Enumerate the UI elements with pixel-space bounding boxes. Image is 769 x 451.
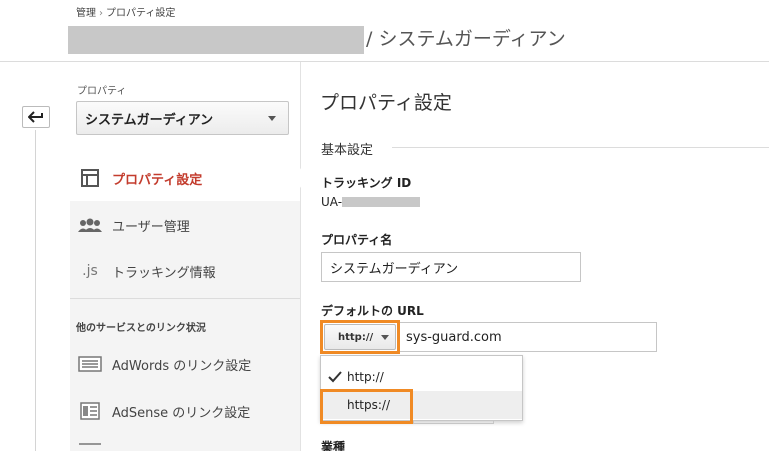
adwords-icon [78,356,102,372]
protocol-option-label: http:// [347,370,384,384]
chevron-down-icon [268,116,276,121]
industry-label: 業種 [321,440,346,451]
sidebar-item-label: AdWords のリンク設定 [112,358,252,374]
js-icon: .js [82,263,98,279]
sidebar-item-adwords-link[interactable]: AdWords のリンク設定 [70,341,300,387]
rail-line [35,130,36,451]
breadcrumb-separator: › [99,8,103,19]
sidebar-item-adsense-link[interactable]: AdSense のリンク設定 [70,388,300,434]
active-indicator [300,168,307,188]
breadcrumb-property-settings: プロパティ設定 [106,8,176,19]
check-icon [323,371,347,383]
adsense-icon [78,402,102,420]
breadcrumb: 管理 › プロパティ設定 [76,4,175,19]
account-name-redacted [68,26,364,54]
protocol-highlight-box [320,320,400,354]
default-url-input[interactable] [397,322,657,352]
back-button[interactable] [22,106,50,128]
tracking-id-prefix: UA- [321,195,343,209]
back-arrow-icon [28,111,43,123]
property-name-input[interactable] [321,252,581,282]
section-divider [392,147,769,148]
header-property-title: / システムガーディアン [366,28,566,50]
layout-icon [78,168,102,188]
sidebar-item-user-management[interactable]: ユーザー管理 [70,202,300,248]
section-basic-settings: 基本設定 [321,143,374,158]
tracking-id-redacted [342,197,420,207]
https-highlight-box [320,389,413,424]
breadcrumb-admin[interactable]: 管理 [76,8,96,19]
sidebar-item-label: プロパティ設定 [112,172,203,188]
links-section-title: 他のサービスとのリンク状況 [76,323,206,334]
default-url-label: デフォルトの URL [321,304,424,318]
sidebar-item-label: トラッキング情報 [112,265,216,281]
sidebar-item-label: AdSense のリンク設定 [112,405,251,421]
protocol-option-http[interactable]: http:// [321,365,521,389]
property-select[interactable]: システムガーディアン [76,101,289,135]
header-divider [0,61,769,62]
property-select-value: システムガーディアン [85,112,214,128]
property-name-label: プロパティ名 [321,233,393,247]
users-icon [78,218,102,232]
sidebar-item-property-settings[interactable]: プロパティ設定 [70,155,300,201]
sidebar-item-partial[interactable] [70,436,300,451]
sidebar-divider-vertical [300,62,301,451]
sidebar-item-tracking-info[interactable]: .js トラッキング情報 [70,248,300,294]
property-label: プロパティ [77,86,127,97]
sidebar-item-label: ユーザー管理 [112,219,190,235]
page-title: プロパティ設定 [320,92,452,114]
obscured-field-edge [413,420,494,424]
list-icon [78,440,102,448]
sidebar-divider [70,298,300,299]
tracking-id-label: トラッキング ID [321,176,412,190]
